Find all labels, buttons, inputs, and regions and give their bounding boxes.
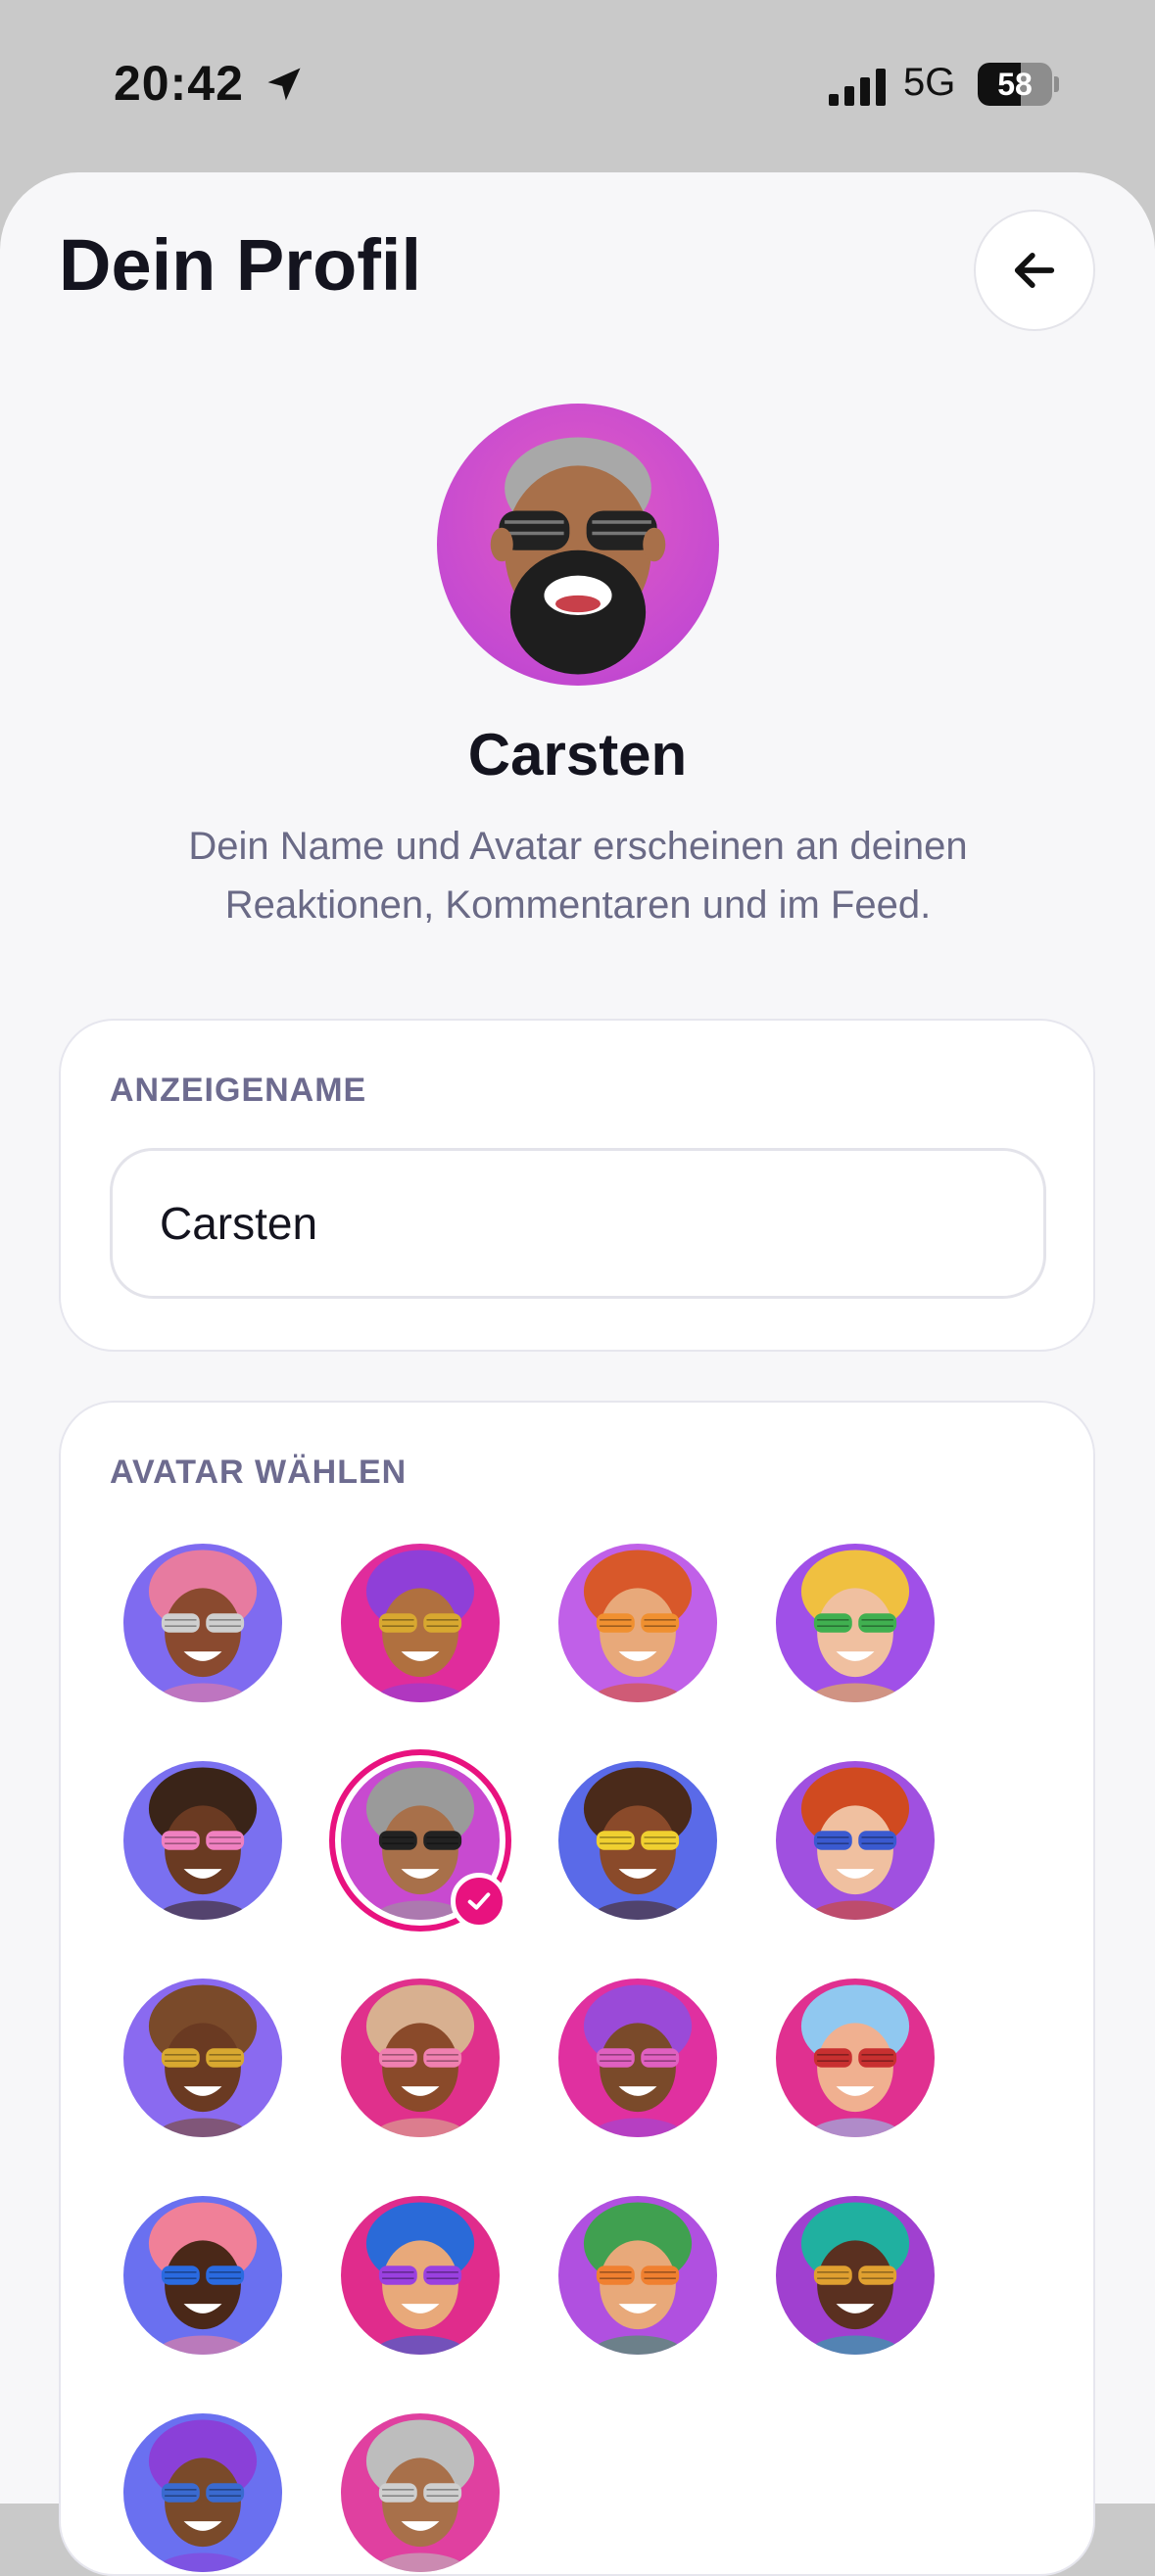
avatar-option[interactable] [123, 2413, 282, 2572]
profile-avatar [437, 404, 719, 686]
avatar-option[interactable] [558, 1544, 717, 1702]
status-bar: 20:42 5G 58 [0, 0, 1155, 172]
avatar-option[interactable] [123, 1544, 282, 1702]
display-name-input[interactable] [110, 1148, 1046, 1299]
avatar-option[interactable] [123, 2196, 282, 2355]
back-button[interactable] [974, 210, 1095, 331]
avatar-picker-card: AVATAR WÄHLEN [59, 1401, 1095, 2576]
avatar-option[interactable] [123, 1761, 282, 1920]
avatar-option[interactable] [558, 1979, 717, 2137]
avatar-option[interactable] [558, 2196, 717, 2355]
arrow-left-icon [1014, 253, 1055, 288]
avatar-option[interactable] [776, 1979, 935, 2137]
avatar-option[interactable] [558, 1761, 717, 1920]
avatar-option[interactable] [341, 2413, 500, 2572]
profile-name: Carsten [467, 722, 688, 787]
battery-percent: 58 [997, 67, 1033, 102]
checkmark-icon [451, 1873, 507, 1930]
avatar-option[interactable] [776, 2196, 935, 2355]
avatar-option[interactable] [776, 1761, 935, 1920]
profile-sheet: Dein Profil Carsten Dein Name und Avatar… [0, 172, 1155, 2576]
page-title: Dein Profil [59, 224, 422, 306]
battery-icon: 58 [978, 63, 1059, 106]
cellular-signal-icon [829, 69, 886, 106]
avatar-option[interactable] [341, 1979, 500, 2137]
avatar-option[interactable] [123, 1979, 282, 2137]
location-arrow-icon [267, 68, 301, 101]
display-name-label: ANZEIGENAME [110, 1072, 367, 1109]
display-name-card: ANZEIGENAME [59, 1019, 1095, 1352]
avatar-picker-label: AVATAR WÄHLEN [110, 1454, 408, 1491]
avatar-option[interactable] [776, 1544, 935, 1702]
profile-description: Dein Name und Avatar erscheinen an deine… [188, 825, 968, 927]
avatar-option[interactable] [341, 2196, 500, 2355]
network-type: 5G [903, 61, 956, 104]
avatar-option[interactable] [341, 1544, 500, 1702]
status-time: 20:42 [114, 56, 244, 111]
